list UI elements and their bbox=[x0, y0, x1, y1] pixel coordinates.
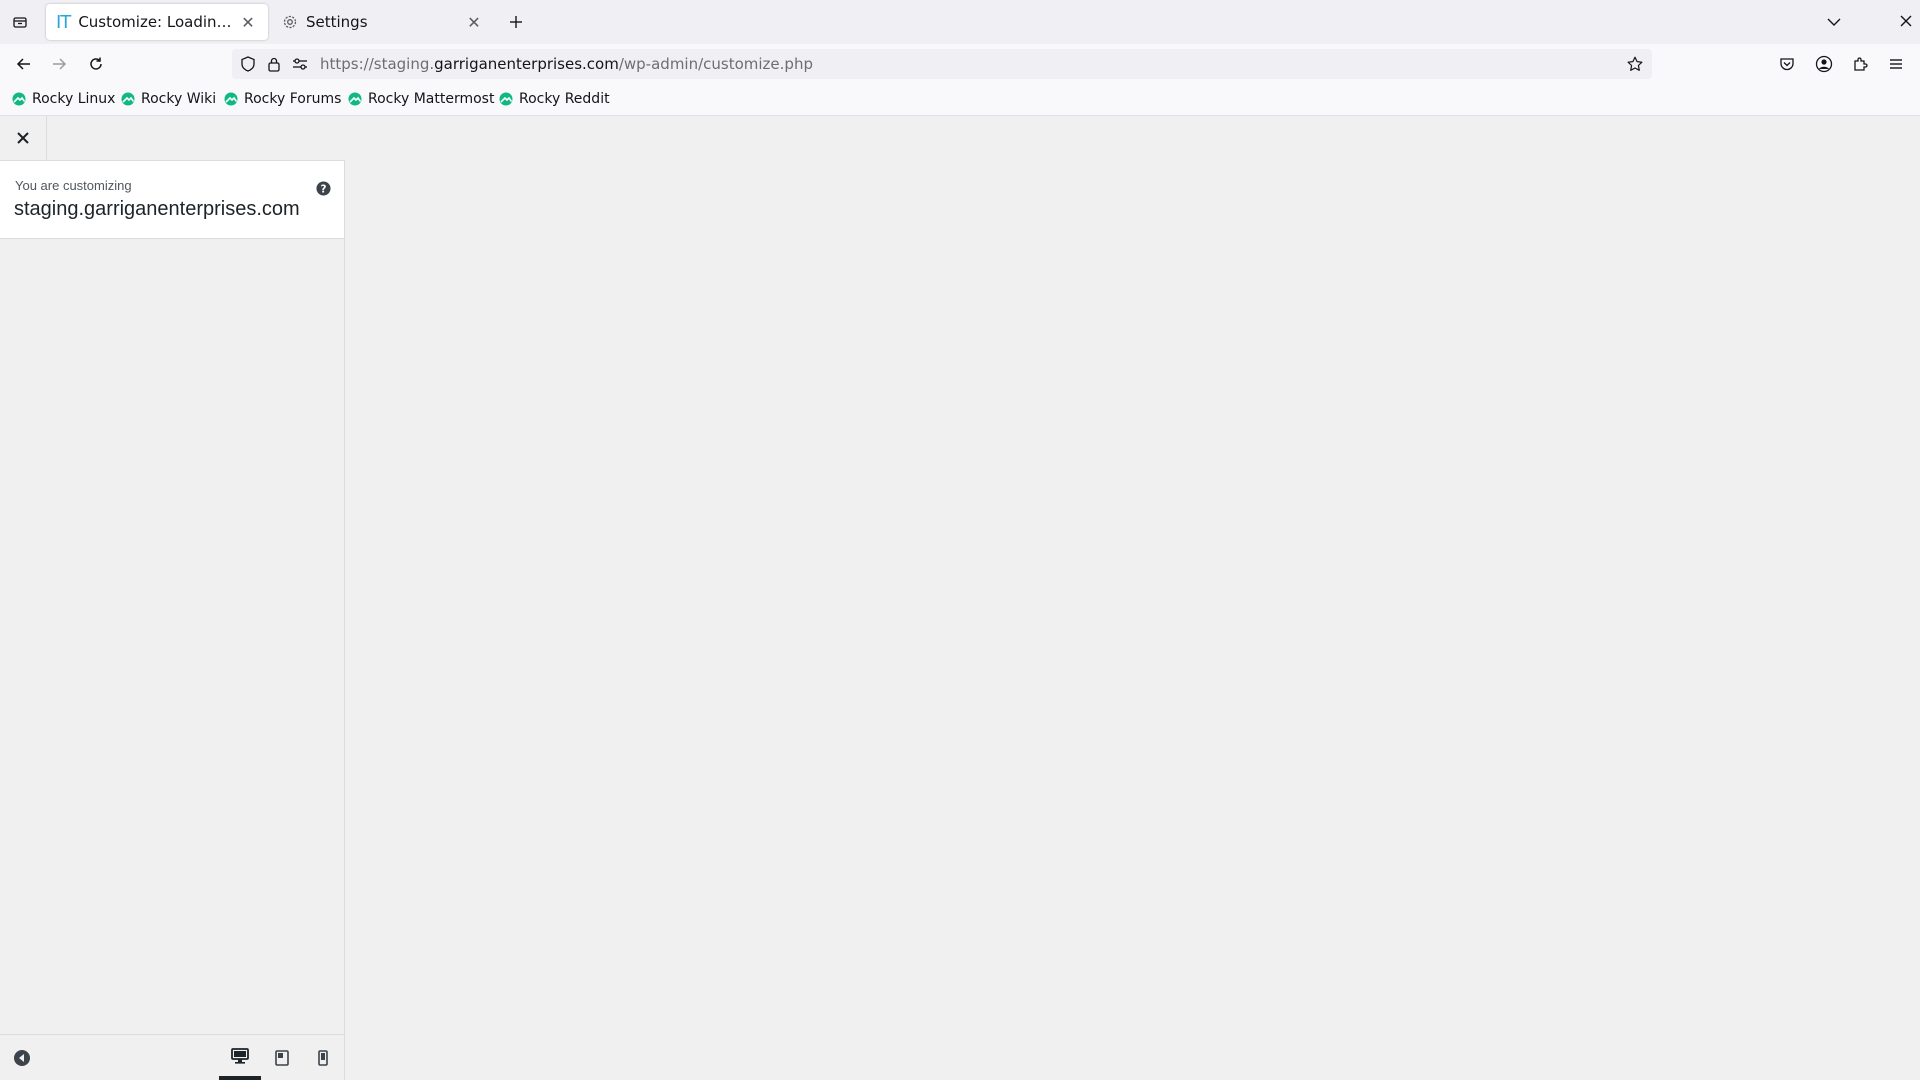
preview-desktop-button[interactable] bbox=[219, 1035, 261, 1080]
tab-settings[interactable]: Settings ✕ bbox=[272, 4, 494, 40]
preview-mobile-button[interactable] bbox=[302, 1035, 344, 1080]
bookmarks-toolbar: Rocky Linux Rocky Wiki Rocky Forums Rock… bbox=[0, 84, 1920, 116]
collapse-sidebar-icon[interactable] bbox=[12, 1048, 32, 1068]
permissions-icon[interactable] bbox=[292, 56, 308, 72]
customizer-info: You are customizing staging.garriganente… bbox=[0, 161, 344, 239]
preview-tablet-button[interactable] bbox=[261, 1035, 303, 1080]
desktop-icon bbox=[231, 1047, 249, 1064]
extensions-icon[interactable] bbox=[1850, 54, 1870, 74]
url-bar[interactable]: https://staging.garriganenterprises.com/… bbox=[232, 49, 1652, 79]
account-icon[interactable] bbox=[1814, 54, 1834, 74]
bookmark-rocky-mattermost[interactable]: Rocky Mattermost bbox=[348, 91, 494, 107]
tab-title: Settings bbox=[306, 13, 368, 31]
customizer-sidebar: You are customizing staging.garriganente… bbox=[0, 116, 345, 1080]
tab-bar: IT Customize: Loading… ✕ Settings ✕ bbox=[0, 0, 1920, 44]
url-text[interactable]: https://staging.garriganenterprises.com/… bbox=[320, 55, 813, 73]
tablet-icon bbox=[275, 1049, 289, 1066]
tab-title: Customize: Loading… bbox=[78, 13, 238, 31]
url-host: garriganenterprises.com bbox=[434, 55, 619, 73]
bookmark-label: Rocky Wiki bbox=[141, 91, 217, 107]
url-path: /wp-admin/customize.php bbox=[618, 55, 813, 73]
rocky-logo-icon bbox=[121, 92, 135, 106]
rocky-logo-icon bbox=[224, 92, 238, 106]
forward-arrow-icon[interactable] bbox=[47, 52, 71, 76]
tab-customize[interactable]: IT Customize: Loading… ✕ bbox=[46, 4, 268, 40]
close-icon bbox=[17, 132, 29, 144]
rocky-logo-icon bbox=[348, 92, 362, 106]
bookmark-rocky-reddit[interactable]: Rocky Reddit bbox=[499, 91, 610, 107]
navigation-bar: https://staging.garriganenterprises.com/… bbox=[0, 44, 1920, 84]
url-prefix: https://staging. bbox=[320, 55, 435, 73]
tab-groups-icon[interactable] bbox=[10, 12, 30, 32]
svg-text:?: ? bbox=[320, 183, 326, 195]
chevron-down-icon[interactable] bbox=[1822, 12, 1846, 32]
rocky-logo-icon bbox=[499, 92, 513, 106]
pocket-icon[interactable] bbox=[1777, 54, 1797, 74]
rocky-logo-icon bbox=[12, 92, 26, 106]
customizer-preview bbox=[345, 116, 1920, 1080]
hamburger-menu-icon[interactable] bbox=[1886, 54, 1906, 74]
bookmark-rocky-forums[interactable]: Rocky Forums bbox=[224, 91, 341, 107]
site-title: staging.garriganenterprises.com bbox=[14, 198, 300, 220]
customizer-header bbox=[0, 116, 345, 161]
customizing-label: You are customizing bbox=[15, 178, 132, 193]
close-tab-icon[interactable]: ✕ bbox=[238, 12, 258, 32]
gear-icon bbox=[282, 14, 298, 30]
back-arrow-icon[interactable] bbox=[12, 52, 36, 76]
bookmark-label: Rocky Reddit bbox=[519, 91, 610, 107]
bookmark-rocky-linux[interactable]: Rocky Linux bbox=[12, 91, 115, 107]
bookmark-label: Rocky Forums bbox=[244, 91, 342, 107]
shield-icon[interactable] bbox=[240, 56, 256, 72]
lock-icon[interactable] bbox=[266, 56, 282, 72]
bookmark-label: Rocky Linux bbox=[32, 91, 116, 107]
help-icon[interactable]: ? bbox=[315, 180, 331, 196]
close-tab-icon[interactable]: ✕ bbox=[464, 12, 484, 32]
window-close-icon[interactable] bbox=[1896, 11, 1916, 31]
bookmark-star-icon[interactable] bbox=[1626, 55, 1644, 73]
new-tab-button[interactable] bbox=[504, 10, 528, 34]
customizer-footer bbox=[0, 1034, 344, 1080]
bookmark-label: Rocky Mattermost bbox=[368, 91, 495, 107]
it-favicon-icon: IT bbox=[56, 11, 71, 33]
bookmark-rocky-wiki[interactable]: Rocky Wiki bbox=[121, 91, 216, 107]
reload-icon[interactable] bbox=[84, 52, 108, 76]
mobile-icon bbox=[318, 1049, 328, 1066]
close-customizer-button[interactable] bbox=[0, 116, 47, 160]
